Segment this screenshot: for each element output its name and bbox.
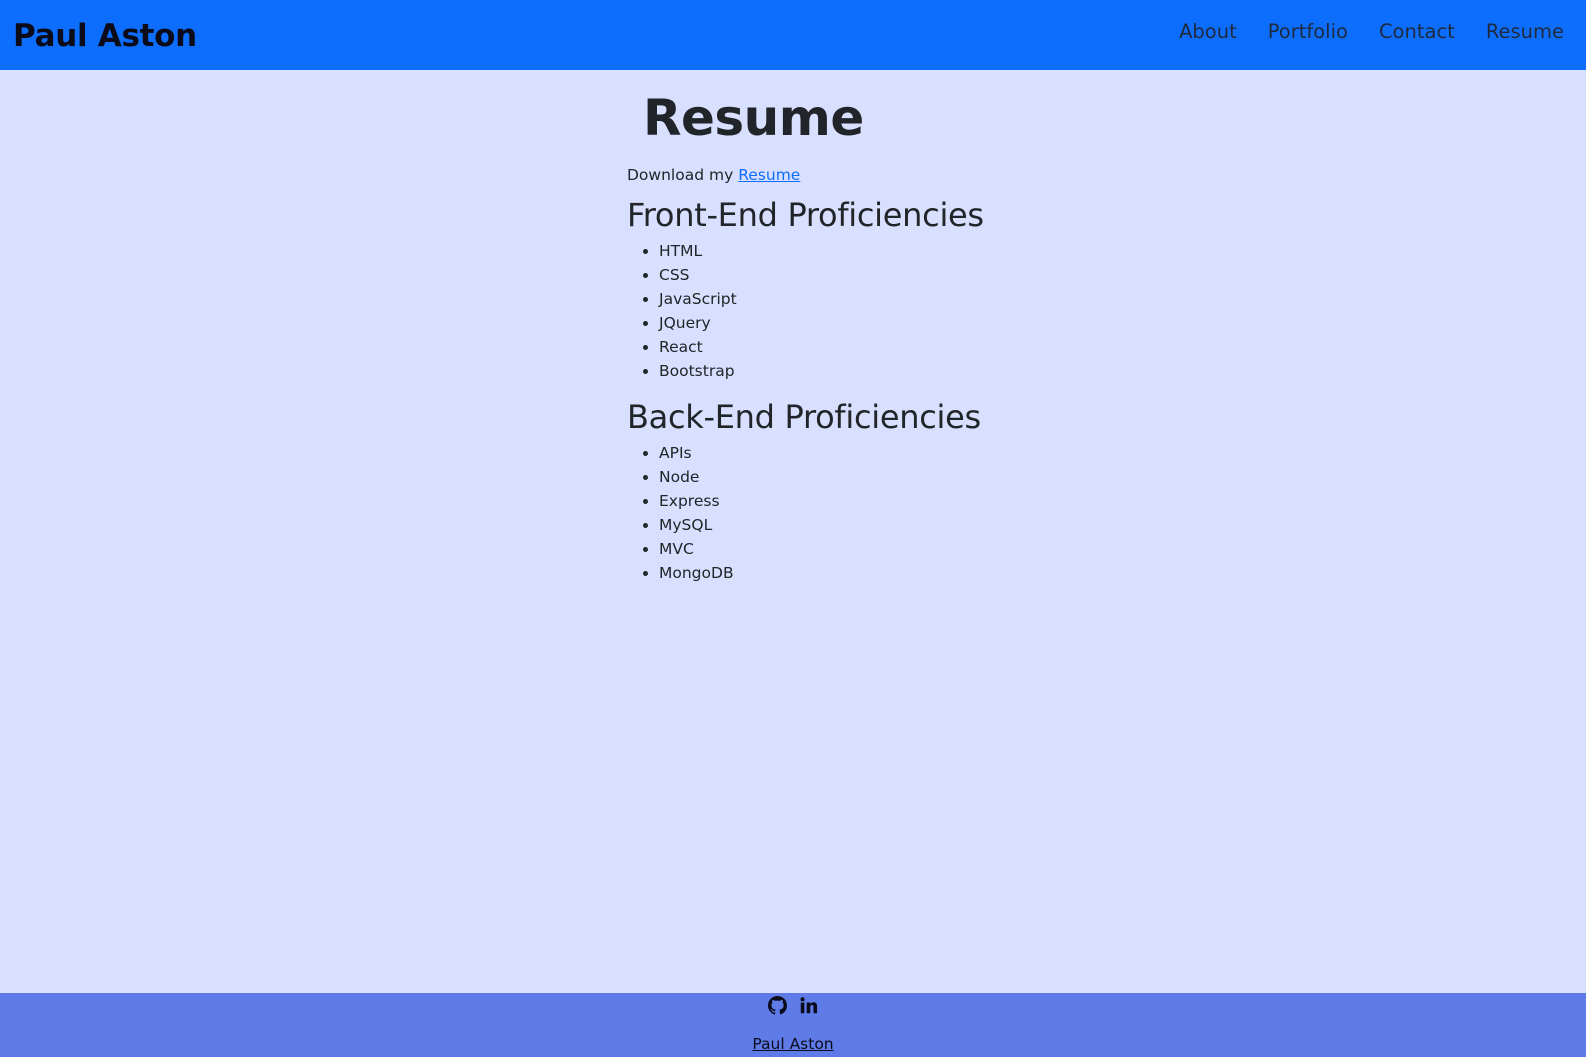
social-links [768,996,818,1015]
frontend-list: HTML CSS JavaScript JQuery React Bootstr… [627,239,1047,383]
list-item: JQuery [659,311,1047,335]
list-item: APIs [659,441,1047,465]
linkedin-icon[interactable] [799,996,818,1015]
download-prefix: Download my [627,166,734,184]
download-text: Download my Resume [627,165,1047,185]
list-item: MySQL [659,513,1047,537]
footer-name-link[interactable]: Paul Aston [0,1035,1586,1053]
backend-list: APIs Node Express MySQL MVC MongoDB [627,441,1047,585]
list-item: MVC [659,537,1047,561]
list-item: Node [659,465,1047,489]
nav-link-contact[interactable]: Contact [1379,20,1455,43]
list-item: CSS [659,263,1047,287]
nav-link-about[interactable]: About [1179,20,1237,43]
list-item: Bootstrap [659,359,1047,383]
list-item: Express [659,489,1047,513]
nav-links: About Portfolio Contact Resume [1179,20,1564,43]
list-item: React [659,335,1047,359]
github-icon[interactable] [768,996,787,1015]
nav-link-portfolio[interactable]: Portfolio [1268,20,1348,43]
list-item: HTML [659,239,1047,263]
brand-link[interactable]: Paul Aston [13,18,197,54]
footer: Paul Aston [0,993,1586,1057]
list-item: MongoDB [659,561,1047,585]
nav-link-resume[interactable]: Resume [1486,20,1564,43]
frontend-heading: Front-End Proficiencies [627,196,984,234]
backend-heading: Back-End Proficiencies [627,398,981,436]
list-item: JavaScript [659,287,1047,311]
resume-section: Resume Download my Resume Front-End Prof… [627,85,1047,585]
resume-download-link[interactable]: Resume [738,166,800,184]
navbar: Paul Aston About Portfolio Contact Resum… [0,0,1586,70]
page-title: Resume [643,89,864,147]
